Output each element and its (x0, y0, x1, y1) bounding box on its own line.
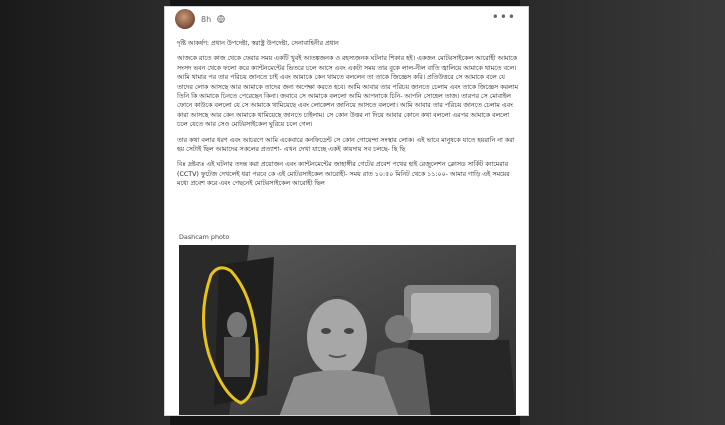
facebook-post: 8h ••• দৃষ্টি আকর্ষণ: প্রধান উপদেষ্টা, স… (164, 6, 529, 416)
background-right (520, 0, 725, 425)
more-options-icon[interactable]: ••• (492, 10, 516, 24)
post-header: 8h ••• (165, 7, 528, 35)
post-text: দৃষ্টি আকর্ষণ: প্রধান উপদেষ্টা, স্বরাষ্ট… (177, 39, 519, 195)
post-timestamp[interactable]: 8h (201, 15, 211, 24)
photo-caption: Dashcam photo (179, 233, 230, 241)
post-paragraph-1: আজকে রাতে কাজ থেকে ফেরার সময় একটি খুবই … (177, 55, 519, 129)
dashcam-image (179, 245, 516, 415)
globe-icon (217, 15, 225, 23)
post-title: দৃষ্টি আকর্ষণ: প্রধান উপদেষ্টা, স্বরাষ্ট… (177, 40, 339, 47)
post-paragraph-3: বিঃ দ্রষ্টব্যঃ এই ঘটনার তদন্ত করা প্রয়ো… (177, 161, 510, 188)
post-paragraph-2: তার কথা বলার ধরণ এবং আচরণে আমি একেবারে ক… (177, 136, 515, 154)
dashcam-photo[interactable] (179, 245, 516, 415)
background-left (0, 0, 170, 425)
author-avatar[interactable] (175, 9, 195, 29)
